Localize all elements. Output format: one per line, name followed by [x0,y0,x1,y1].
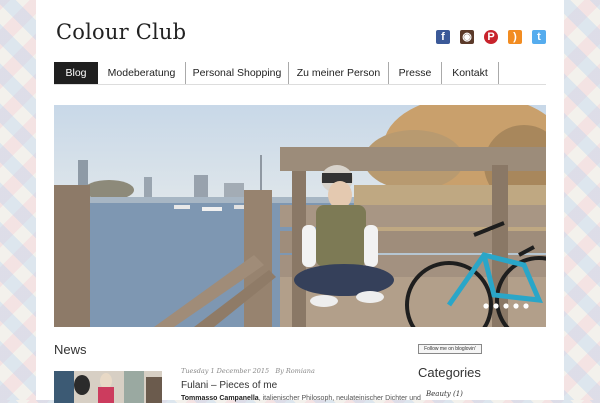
post-date: Tuesday 1 December 2015 [181,367,270,375]
post-author[interactable]: By Romiana [275,367,315,375]
page-container: Colour Club f ◉ P ) t Blog Modeberatung … [36,0,564,403]
hero-image [54,105,546,327]
news-heading: News [54,342,87,357]
slider-dot[interactable] [503,303,509,309]
slider-dot[interactable] [483,303,489,309]
post-thumbnail-image [54,371,162,403]
post-thumbnail[interactable] [54,371,162,403]
nav-item-modeberatung[interactable]: Modeberatung [98,62,186,84]
categories-heading: Categories [418,365,481,380]
nav-item-presse[interactable]: Presse [389,62,442,84]
category-item[interactable]: Beauty (1) [426,390,463,398]
hero-slider[interactable] [54,105,546,327]
nav-item-zu-meiner-person[interactable]: Zu meiner Person [289,62,389,84]
post-excerpt-strong: Tommasso Campanella [181,395,259,402]
post-meta: Tuesday 1 December 2015 By Romiana [181,367,315,375]
nav-item-personal-shopping[interactable]: Personal Shopping [186,62,289,84]
facebook-icon[interactable]: f [436,30,450,44]
post-excerpt-text: , italienischer Philosoph, neulateinisch… [258,395,421,402]
slider-dot[interactable] [523,303,529,309]
twitter-icon[interactable]: t [532,30,546,44]
bloglovin-follow-button[interactable]: Follow me on bloglovin' [418,344,482,354]
slider-dot[interactable] [493,303,499,309]
site-title[interactable]: Colour Club [56,20,186,44]
nav-item-blog[interactable]: Blog [54,62,98,84]
pinterest-icon[interactable]: P [484,30,498,44]
post-excerpt: Tommasso Campanella, italienischer Philo… [181,395,421,402]
rss-icon[interactable]: ) [508,30,522,44]
post-title[interactable]: Fulani – Pieces of me [181,380,277,391]
slider-dot[interactable] [513,303,519,309]
nav-item-kontakt[interactable]: Kontakt [442,62,499,84]
instagram-icon[interactable]: ◉ [460,30,474,44]
main-navigation: Blog Modeberatung Personal Shopping Zu m… [54,62,546,85]
